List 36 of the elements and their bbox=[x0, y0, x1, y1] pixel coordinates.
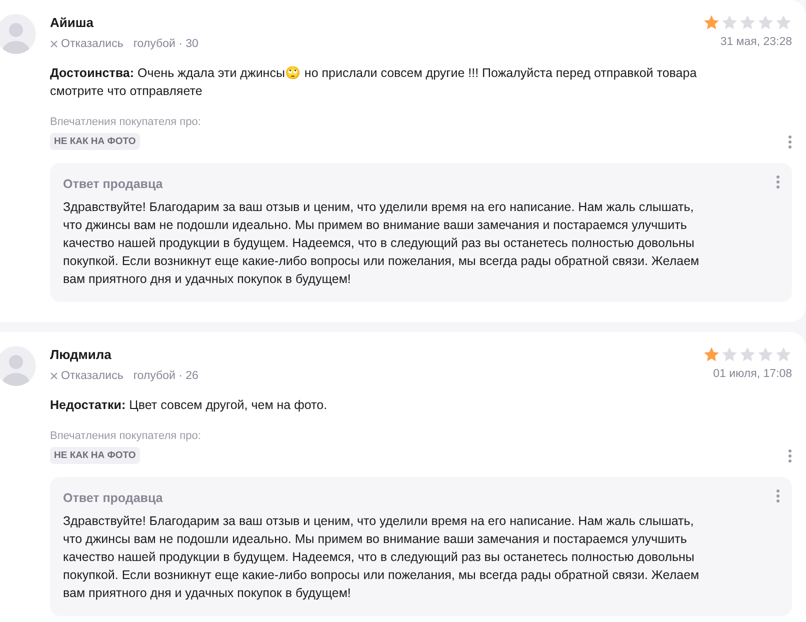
star-icon bbox=[721, 346, 738, 363]
more-icon[interactable] bbox=[788, 448, 792, 462]
more-icon[interactable] bbox=[776, 175, 780, 189]
reply-text: Здравствуйте! Благодарим за ваш отзыв и ценим, что уделили время на его написание. Нам жаль слышать, что джинсы вам не подошли идеально. Мы примем во внимание ваши замечания и постараемся улучшить качество нашей продукции в будущем. Надеемся, что в следующий раз вы останетесь полностью довольны покупкой. Если возникнут еще какие-либо вопросы или пожелания, мы всегда рады обратной связи. Желаем вам приятного дня и удачных покупок в будущем! bbox=[63, 199, 700, 288]
author-name: Айиша bbox=[50, 15, 94, 30]
star-icon bbox=[757, 14, 774, 31]
review-text: Достоинства: Очень ждала эти джинсы🙄 но прислали совсем другие !!! Пожалуйста перед отправкой товара смотрите что отправляете bbox=[50, 65, 698, 100]
star-icon bbox=[703, 14, 720, 31]
order-status: Отказались bbox=[50, 38, 124, 50]
star-icon bbox=[721, 14, 738, 31]
star-icon bbox=[775, 346, 792, 363]
impressions-label: Впечатления покупателя про: bbox=[50, 116, 202, 128]
cross-icon bbox=[50, 40, 58, 48]
product-variant: голубой · 30 bbox=[133, 38, 198, 50]
author-name: Людмила bbox=[50, 347, 112, 362]
avatar-icon bbox=[0, 346, 36, 386]
order-status: Отказались bbox=[50, 370, 124, 382]
review-date: 31 мая, 23:28 bbox=[720, 36, 792, 48]
impression-tag: НЕ КАК НА ФОТО bbox=[50, 447, 140, 464]
avatar-icon bbox=[0, 14, 36, 54]
star-icon bbox=[775, 14, 792, 31]
impressions-label: Впечатления покупателя про: bbox=[50, 430, 202, 442]
product-variant: голубой · 26 bbox=[133, 370, 198, 382]
more-icon[interactable] bbox=[788, 134, 792, 148]
reply-title: Ответ продавца bbox=[63, 491, 163, 505]
more-icon[interactable] bbox=[776, 489, 780, 503]
star-icon bbox=[739, 14, 756, 31]
star-icon bbox=[757, 346, 774, 363]
star-icon bbox=[739, 346, 756, 363]
reply-title: Ответ продавца bbox=[63, 177, 163, 191]
star-icon bbox=[703, 346, 720, 363]
cross-icon bbox=[50, 372, 58, 380]
reply-text: Здравствуйте! Благодарим за ваш отзыв и ценим, что уделили время на его написание. Нам жаль слышать, что джинсы вам не подошли идеально. Мы примем во внимание ваши замечания и постараемся улучшить качество нашей продукции в будущем. Надеемся, что в следующий раз вы останетесь полностью довольны покупкой. Если возникнут еще какие-либо вопросы или пожелания, мы всегда рады обратной связи. Желаем вам приятного дня и удачных покупок в будущем! bbox=[63, 513, 700, 602]
review-text: Недостатки: Цвет совсем другой, чем на фото. bbox=[50, 397, 328, 414]
impression-tag: НЕ КАК НА ФОТО bbox=[50, 133, 140, 150]
review-date: 01 июля, 17:08 bbox=[713, 368, 792, 380]
